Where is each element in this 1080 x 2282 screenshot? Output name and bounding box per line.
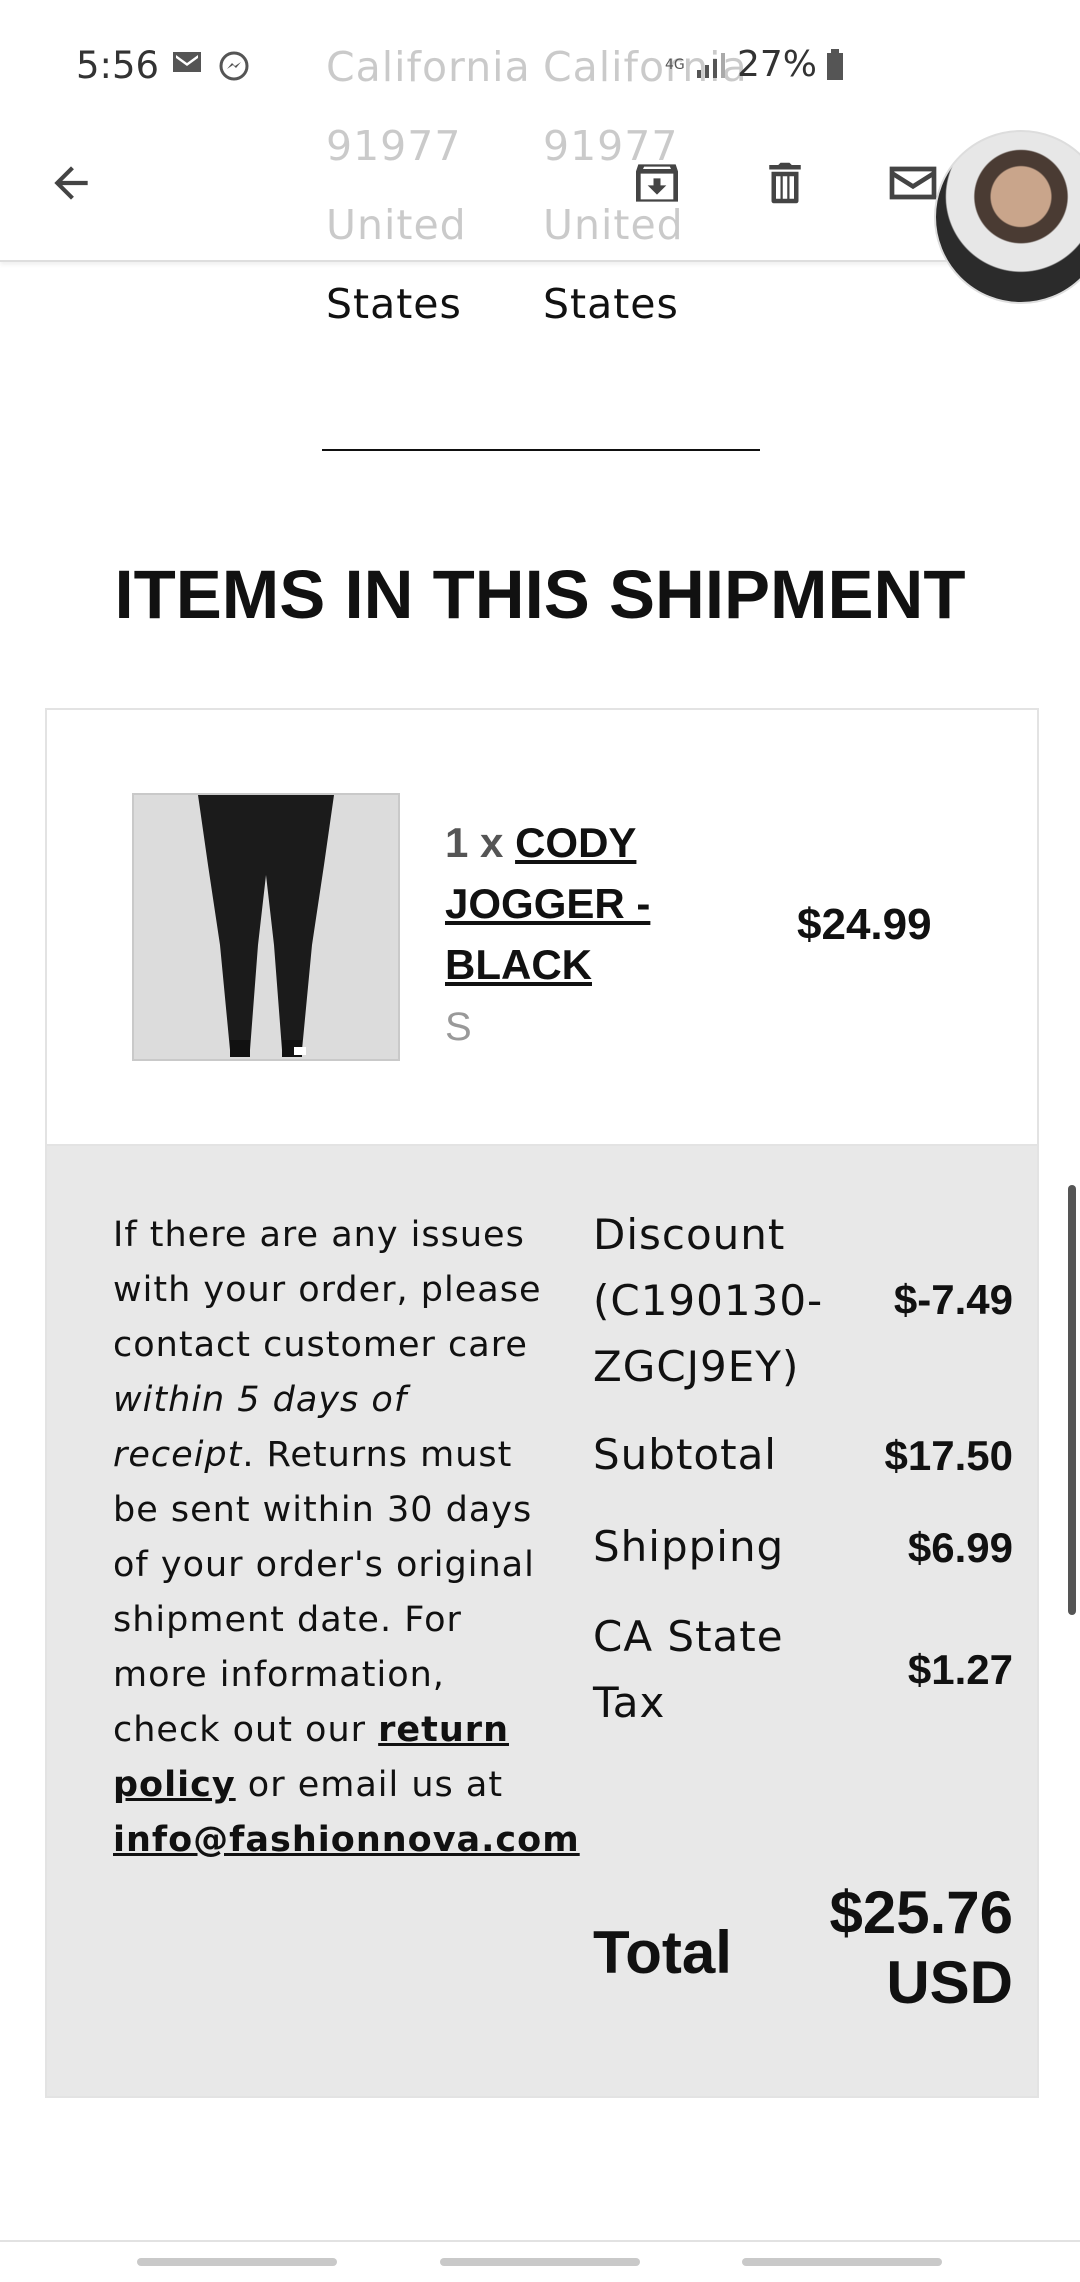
trash-icon	[769, 162, 801, 204]
delete-button[interactable]	[752, 150, 818, 216]
discount-row: Discount (C190130-ZGCJ9EY) $-7.49	[593, 1202, 1013, 1402]
status-time: 5:56	[76, 44, 160, 87]
battery-icon	[827, 48, 844, 80]
total-label: Total	[593, 1919, 732, 1986]
network-type: 4G	[665, 56, 685, 73]
jogger-pants-image	[134, 795, 398, 1059]
battery-percent: 27%	[737, 44, 818, 85]
mail-icon	[889, 166, 937, 200]
item-description: 1 x CODY JOGGER - BLACK S	[445, 812, 715, 1058]
policy-text-part3: or email us at	[235, 1765, 504, 1805]
item-size: S	[445, 1005, 472, 1049]
shipping-value: $6.99	[907, 1524, 1013, 1571]
subtotal-row: Subtotal $17.50	[593, 1422, 1013, 1492]
arrow-left-icon	[54, 166, 88, 200]
shipment-card: 1 x CODY JOGGER - BLACK S $24.99 If ther…	[45, 708, 1039, 2098]
messenger-icon	[219, 51, 249, 81]
product-image[interactable]	[132, 793, 400, 1061]
nav-back-handle[interactable]	[742, 2258, 942, 2266]
policy-text-part2: . Returns must be sent within 30 days of…	[113, 1435, 535, 1750]
email-link[interactable]: info@fashionnova.com	[113, 1820, 580, 1860]
gesture-nav-bar	[0, 2240, 1080, 2282]
tax-row: CA State Tax $1.27	[593, 1604, 1013, 1744]
order-summary: If there are any issues with your order,…	[47, 1146, 1037, 2096]
gmail-icon	[173, 52, 201, 72]
divider-line	[322, 449, 760, 451]
address-country-line2: States	[543, 280, 679, 328]
back-button[interactable]	[38, 150, 104, 216]
section-title: ITEMS IN THIS SHIPMENT	[114, 556, 966, 633]
signal-icon	[697, 52, 725, 78]
line-item: 1 x CODY JOGGER - BLACK S $24.99	[47, 710, 1037, 1146]
status-bar: 5:56 4G 27%	[0, 0, 1080, 138]
sender-avatar[interactable]	[934, 130, 1080, 304]
status-indicators: 4G 27%	[665, 44, 845, 85]
policy-text: If there are any issues with your order,…	[113, 1208, 579, 1868]
scrollbar-thumb[interactable]	[1068, 1185, 1076, 1615]
shipping-row: Shipping $6.99	[593, 1514, 1013, 1584]
subtotal-value: $17.50	[884, 1432, 1013, 1479]
address-country-line1: United	[326, 201, 467, 249]
tax-label: CA State Tax	[593, 1612, 784, 1727]
archive-icon	[636, 164, 678, 202]
discount-label: Discount (C190130-ZGCJ9EY)	[593, 1210, 824, 1391]
shipping-label: Shipping	[593, 1522, 785, 1571]
address-country-line2: States	[326, 280, 462, 328]
nav-home-handle[interactable]	[440, 2258, 640, 2266]
item-quantity: 1 x	[445, 819, 504, 866]
discount-value: $-7.49	[893, 1276, 1013, 1323]
total-row: Total $25.76 USD	[593, 1878, 1013, 2028]
tax-value: $1.27	[907, 1646, 1013, 1693]
archive-button[interactable]	[624, 150, 690, 216]
policy-text-part1: If there are any issues with your order,…	[113, 1215, 542, 1365]
total-value: $25.76 USD	[829, 1879, 1013, 2016]
subtotal-label: Subtotal	[593, 1430, 777, 1479]
nav-recent-handle[interactable]	[137, 2258, 337, 2266]
item-price: $24.99	[797, 900, 932, 949]
